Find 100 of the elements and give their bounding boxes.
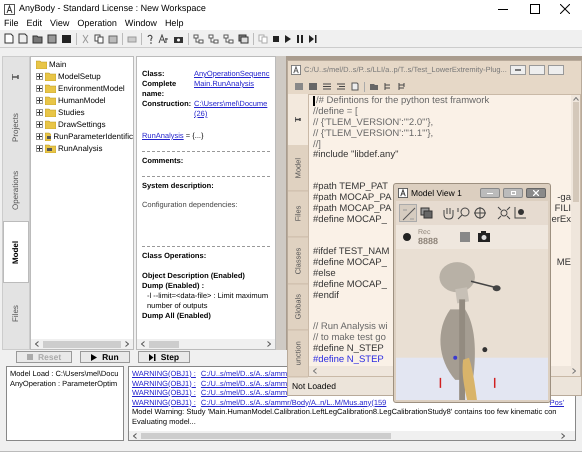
menu-item[interactable]: View [50, 17, 70, 31]
tree-item[interactable]: RunParameterIdentific [53, 130, 133, 142]
code-line: FILI [554, 204, 571, 216]
code-line: #define N_STEP [313, 344, 384, 355]
copy-icon[interactable] [308, 82, 318, 91]
tree-item[interactable]: Studies [58, 106, 85, 118]
folder-icon [45, 96, 56, 105]
scroll-left-icon[interactable] [313, 368, 317, 374]
folder-icon [45, 120, 56, 129]
expander-icon[interactable] [36, 145, 43, 152]
folder-icon [36, 60, 47, 69]
tab[interactable]: Projects [3, 97, 29, 159]
tree-icon[interactable] [223, 34, 234, 44]
hand-icon[interactable] [441, 206, 455, 220]
control-button[interactable]: Run [80, 351, 130, 363]
save-all-icon[interactable] [61, 34, 72, 44]
expander-icon[interactable] [36, 121, 43, 128]
expander-icon[interactable] [36, 133, 43, 140]
stop-icon [27, 354, 33, 360]
control-button[interactable]: Step [138, 351, 190, 363]
indent-icon[interactable] [336, 82, 346, 91]
minimize-button[interactable] [510, 65, 526, 75]
scroll-left-icon[interactable] [35, 341, 39, 347]
expander-icon[interactable] [36, 85, 43, 92]
app-logo-icon [4, 4, 15, 14]
play-icon[interactable] [284, 34, 292, 42]
tree-item[interactable]: DrawSettings [58, 118, 106, 130]
rotate-icon[interactable] [473, 206, 487, 220]
scroll-up-icon[interactable] [572, 97, 578, 101]
scroll-right-icon[interactable] [267, 341, 271, 347]
on-off-icon[interactable] [399, 204, 417, 222]
code-line: #endif [313, 290, 339, 302]
app-logo-icon [398, 188, 408, 198]
tree-item[interactable]: RunAnalysis [58, 142, 102, 154]
scroll-right-icon[interactable] [561, 432, 565, 438]
tree-item[interactable]: ModelSetup [58, 70, 101, 82]
scroll-right-icon[interactable] [572, 368, 576, 374]
close-icon [533, 190, 539, 196]
menu-item[interactable]: Window [124, 17, 157, 31]
new-file-icon[interactable] [4, 33, 14, 44]
lines-icon[interactable] [322, 82, 332, 91]
tab[interactable]: Model [3, 221, 29, 283]
code-line: // to make test go [313, 333, 386, 344]
windows-icon[interactable] [419, 206, 433, 220]
open-folder-icon[interactable] [32, 34, 43, 44]
code-line: #define MOCAP_ [313, 215, 387, 226]
scroll-right-icon[interactable] [125, 341, 129, 347]
copy-icon[interactable] [94, 34, 104, 44]
zoom-icon[interactable] [457, 206, 471, 220]
windows-icon[interactable] [238, 34, 249, 44]
code-line: #else [313, 268, 336, 280]
code-line: // {'TLEM_VERSION':'"1.1"'}, [313, 128, 434, 140]
paste-icon[interactable] [108, 34, 118, 44]
new-file-icon[interactable] [18, 33, 28, 44]
expander-icon[interactable] [36, 97, 43, 104]
code-line: #define N_STEP [313, 355, 384, 366]
close-icon[interactable] [560, 4, 570, 14]
menu-item[interactable]: Edit [26, 17, 42, 31]
tree-item[interactable]: HumanModel [58, 94, 106, 106]
text-cursor [313, 96, 315, 106]
scroll-left-icon[interactable] [141, 341, 145, 347]
tree-item[interactable]: EnvironmentModel [58, 82, 125, 94]
status-text: Not Loaded [292, 380, 336, 392]
code-line: // {'TLEM_VERSION':'"2.0"'}, [313, 118, 434, 129]
tree-icon[interactable] [397, 82, 407, 91]
close-button[interactable] [526, 188, 546, 198]
menu-item[interactable]: File [4, 17, 19, 31]
text-tool-icon[interactable] [158, 34, 169, 44]
scrollbar-thumb[interactable] [572, 102, 578, 202]
maximize-button[interactable] [503, 188, 523, 198]
menu-item[interactable]: Help [164, 17, 184, 31]
scrollbar-thumb[interactable] [149, 340, 179, 348]
minimize-icon[interactable] [498, 8, 508, 10]
tab[interactable]: Files [3, 283, 29, 345]
document-icon[interactable] [350, 82, 360, 91]
code-line: #path TEMP_PAT [313, 182, 388, 193]
menu-item[interactable]: Operation [77, 17, 117, 31]
save-icon[interactable] [47, 34, 57, 44]
scrollbar-thumb[interactable] [141, 432, 391, 438]
scrollbar-thumb[interactable] [43, 340, 121, 348]
scroll-left-icon[interactable] [133, 432, 137, 438]
operation-folder-icon [45, 144, 56, 153]
code-line: // Run Analysis wi [313, 322, 388, 333]
camera-icon[interactable] [476, 229, 492, 245]
step-icon[interactable] [308, 34, 317, 42]
expander-icon[interactable] [36, 109, 43, 116]
expander-icon[interactable] [36, 73, 43, 80]
minimize-button[interactable] [480, 188, 500, 198]
tree-item[interactable]: Main [49, 58, 66, 70]
tree-icon[interactable] [383, 82, 393, 91]
pause-icon[interactable] [296, 34, 304, 42]
fit-view-icon[interactable] [497, 206, 511, 220]
tree-icon[interactable] [193, 34, 204, 44]
tab[interactable]: Operations [3, 159, 29, 221]
tree-icon[interactable] [208, 34, 219, 44]
code-line: //define = [ [313, 106, 358, 118]
axes-icon[interactable] [513, 206, 527, 220]
help-icon[interactable] [146, 34, 154, 44]
stop-icon[interactable] [272, 34, 280, 42]
maximize-icon[interactable] [530, 4, 540, 14]
